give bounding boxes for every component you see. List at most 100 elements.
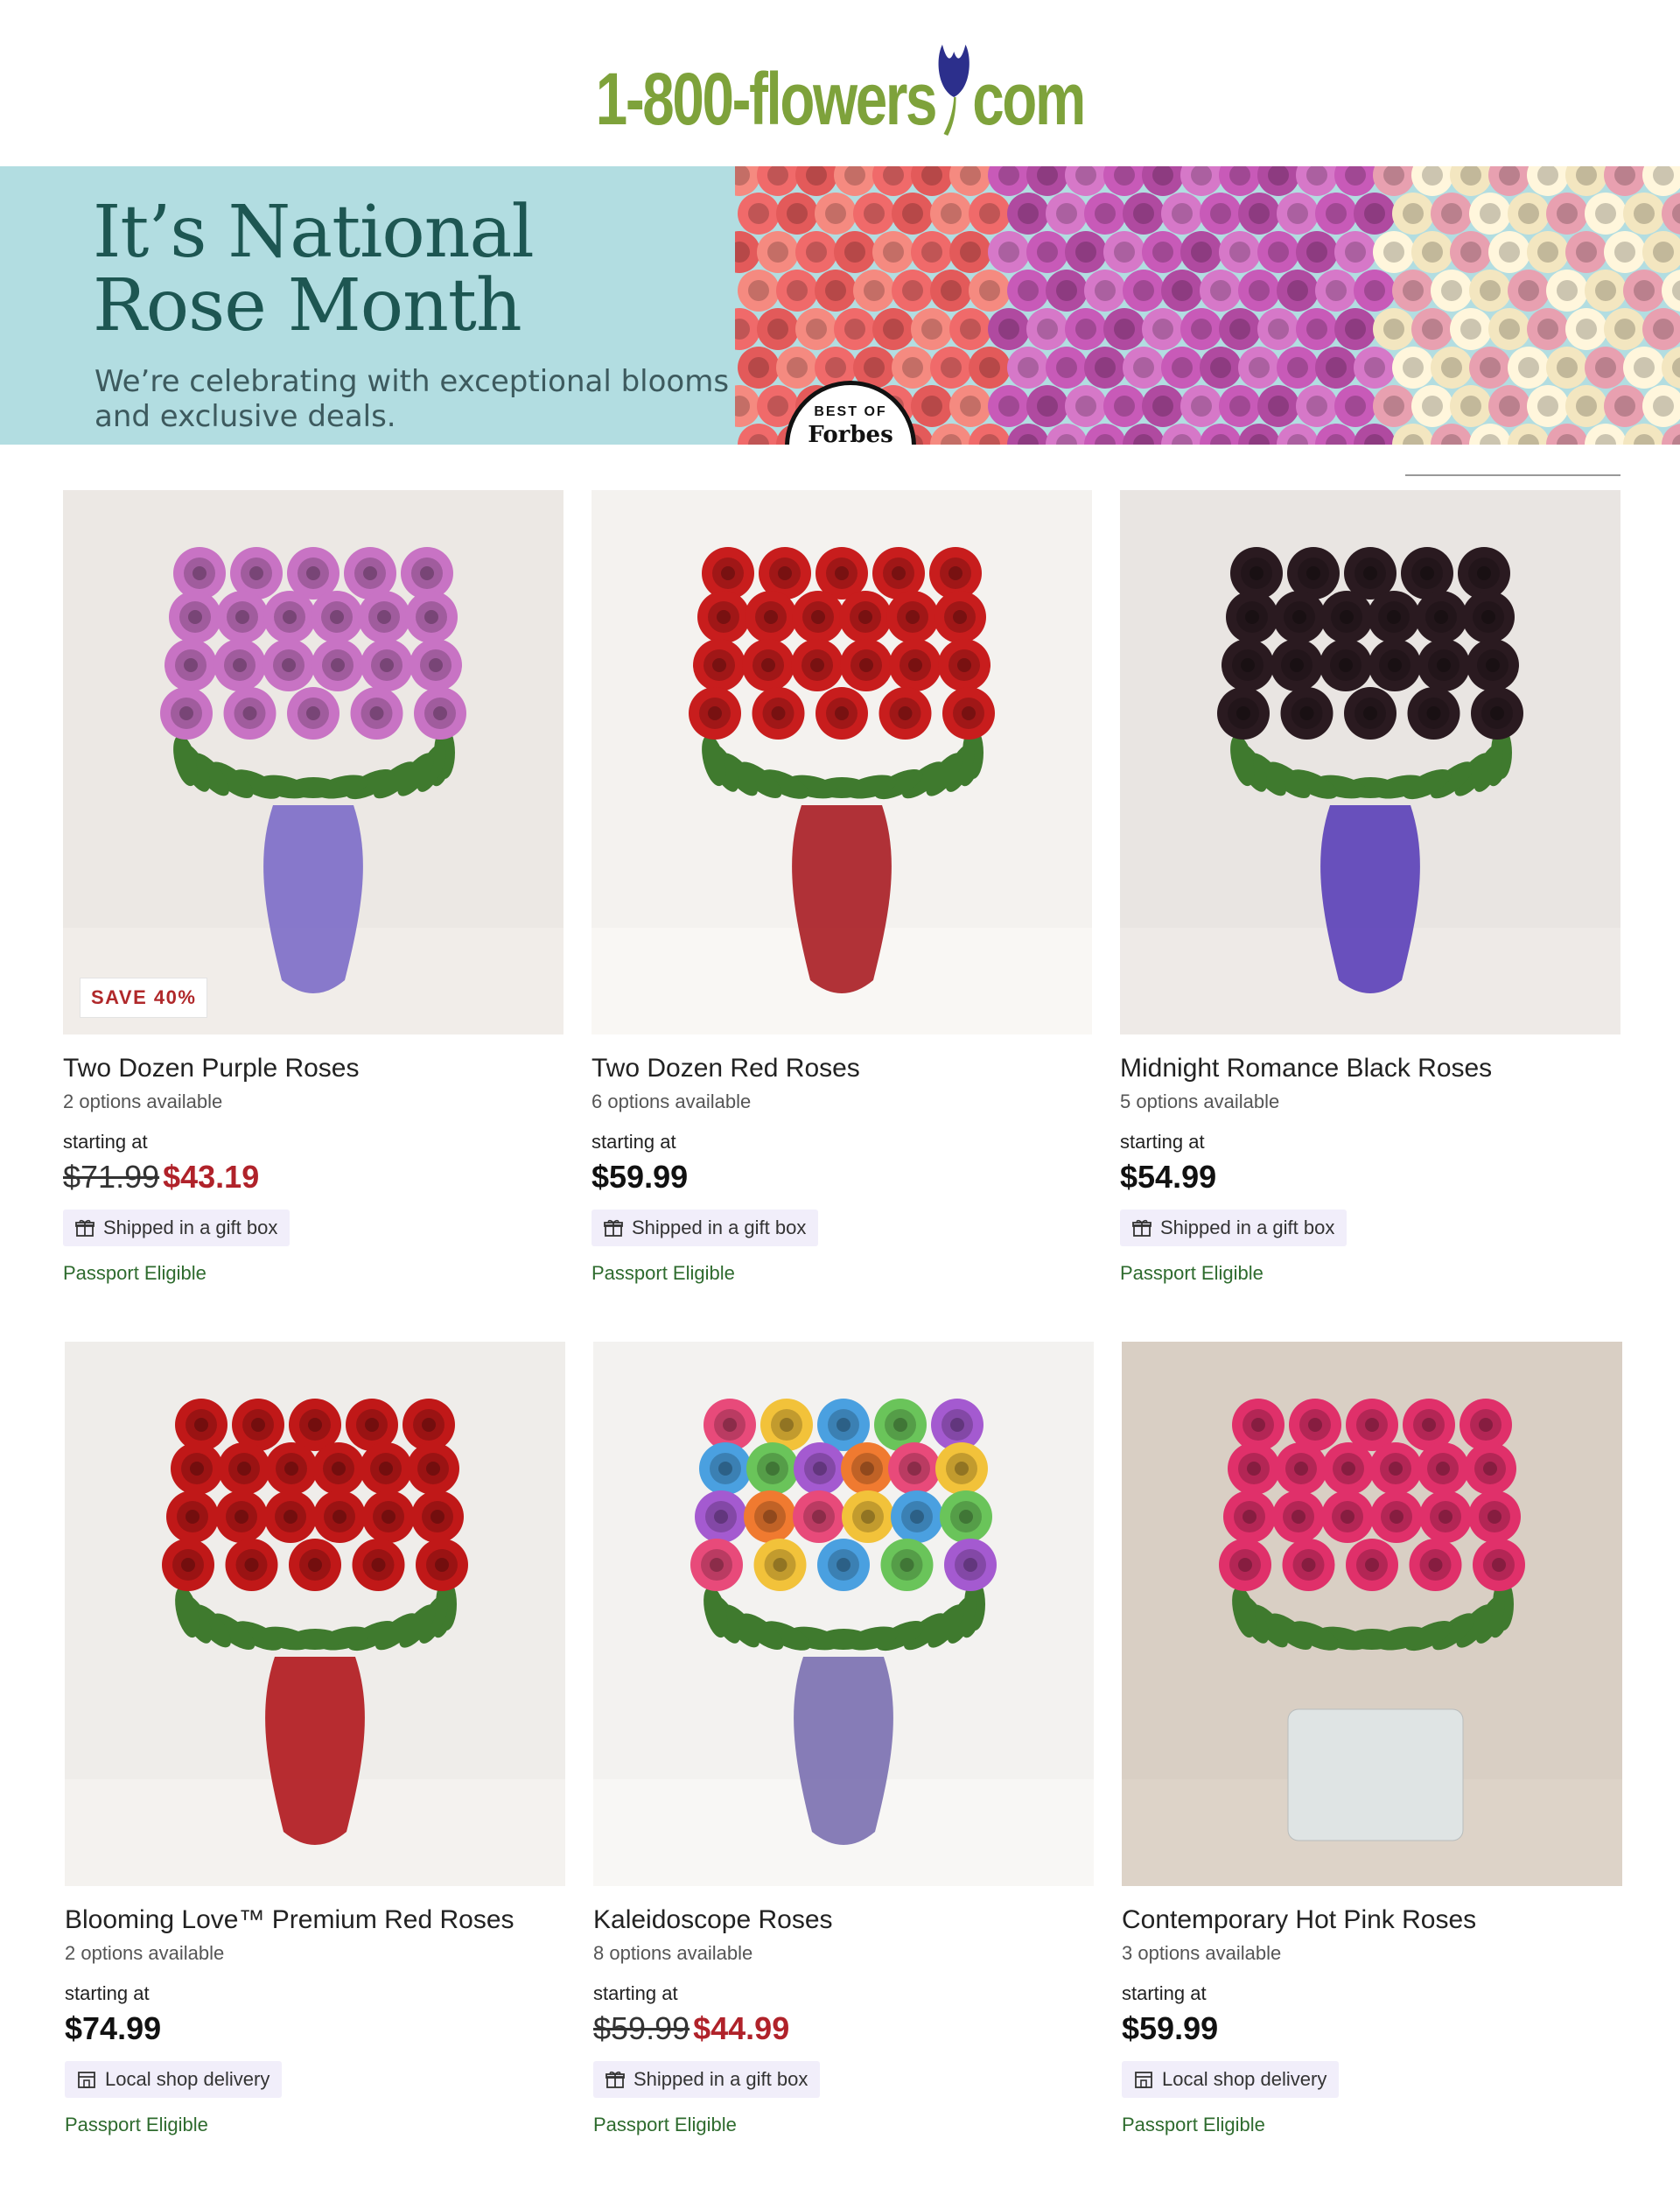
banner-rose-center: [1268, 319, 1289, 340]
rose-core: [1363, 566, 1377, 580]
banner-rose-center: [1403, 357, 1424, 378]
banner-rose-center: [1287, 357, 1308, 378]
rose-core: [859, 658, 873, 672]
product-image[interactable]: [1122, 1342, 1622, 1886]
banner-rose-center: [1056, 280, 1077, 301]
rose-core: [1422, 1418, 1436, 1432]
rose-core: [761, 658, 775, 672]
banner-rose-center: [1229, 319, 1250, 340]
banner-subtitle-line1: We’re celebrating with exceptional bloom…: [94, 364, 730, 399]
rose-core: [898, 706, 913, 720]
product-name[interactable]: Kaleidoscope Roses: [593, 1905, 1094, 1935]
banner-rose-center: [1249, 203, 1270, 224]
banner-rose-center: [787, 280, 808, 301]
product-name[interactable]: Midnight Romance Black Roses: [1120, 1054, 1620, 1083]
shipping-label: Local shop delivery: [1162, 2068, 1327, 2090]
rose-core: [235, 610, 249, 624]
rose-core: [1238, 1558, 1252, 1572]
product-name[interactable]: Two Dozen Red Roses: [592, 1054, 1092, 1083]
rose-core: [1365, 1418, 1379, 1432]
banner-rose-center: [998, 396, 1019, 417]
product-card[interactable]: Contemporary Hot Pink Roses 3 options av…: [1122, 1342, 1622, 2136]
passport-eligible: Passport Eligible: [65, 2114, 208, 2135]
logo-text-part2: com: [972, 58, 1086, 140]
banner-rose-center: [921, 319, 942, 340]
rose-core: [1308, 1418, 1322, 1432]
site-logo[interactable]: 1-800-flowers com: [0, 18, 1680, 149]
product-name[interactable]: Blooming Love™ Premium Red Roses: [65, 1905, 565, 1935]
price: $59.99: [1122, 2010, 1622, 2047]
banner-rose-center: [1133, 357, 1154, 378]
banner-rose-center: [1326, 203, 1347, 224]
product-image[interactable]: SAVE 40%: [63, 490, 564, 1034]
product-card[interactable]: Two Dozen Red Roses 6 options available …: [592, 490, 1092, 1285]
rose-core: [284, 1462, 298, 1476]
rose-core: [426, 1462, 440, 1476]
rose-core: [1306, 566, 1320, 580]
product-card[interactable]: Midnight Romance Black Roses 5 options a…: [1120, 490, 1620, 1285]
banner-rose-center: [1152, 396, 1173, 417]
banner-rose-center: [748, 357, 769, 378]
banner-rose-center: [806, 242, 827, 263]
rose-core: [234, 1510, 248, 1524]
rose-core: [1341, 1462, 1355, 1476]
rose-core: [377, 610, 391, 624]
logo-text-part1: 1-800-flowers: [595, 58, 938, 140]
product-card[interactable]: Kaleidoscope Roses 8 options available s…: [593, 1342, 1094, 2136]
rose-core: [422, 1418, 436, 1432]
rose-core: [1388, 658, 1402, 672]
price: $59.99 $44.99: [593, 2010, 1094, 2047]
banner-subtitle-line2: and exclusive deals.: [94, 399, 396, 434]
rose-core: [1363, 706, 1377, 720]
product-name[interactable]: Two Dozen Purple Roses: [63, 1054, 564, 1083]
passport-eligible: Passport Eligible: [592, 1262, 735, 1284]
rose-core: [1340, 1510, 1354, 1524]
promo-banner[interactable]: It’s National Rose Month We’re celebrati…: [0, 166, 1680, 445]
rose-core: [332, 1510, 346, 1524]
vase: [1287, 1708, 1464, 1841]
rose-core: [892, 566, 906, 580]
divider: [1405, 474, 1620, 476]
rose-core: [771, 706, 786, 720]
banner-rose-center: [1037, 242, 1058, 263]
rose-core: [1340, 610, 1354, 624]
rose-core: [764, 610, 778, 624]
banner-rose-center: [1537, 396, 1558, 417]
banner-rose-center: [1518, 357, 1539, 378]
banner-rose-center: [1614, 396, 1635, 417]
product-image[interactable]: [592, 490, 1092, 1034]
banner-rose-center: [1422, 242, 1443, 263]
rose-core: [957, 658, 971, 672]
regular-price: $74.99: [65, 2010, 162, 2046]
product-card[interactable]: SAVE 40% Two Dozen Purple Roses 2 option…: [63, 490, 564, 1285]
banner-rose-center: [1114, 242, 1135, 263]
banner-rose-center: [1403, 203, 1424, 224]
banner-rose-center: [1460, 242, 1481, 263]
rose-core: [710, 1558, 724, 1572]
vase: [265, 1657, 365, 1845]
banner-rose-center: [1268, 242, 1289, 263]
product-name[interactable]: Contemporary Hot Pink Roses: [1122, 1905, 1622, 1935]
shipping-label: Shipped in a gift box: [103, 1217, 278, 1238]
rose-core: [1236, 706, 1250, 720]
rose-core: [1481, 610, 1495, 624]
passport-eligible: Passport Eligible: [1122, 2114, 1265, 2135]
product-image[interactable]: [593, 1342, 1094, 1886]
banner-rose-center: [767, 319, 788, 340]
rose-core: [430, 1510, 444, 1524]
banner-rose-center: [1653, 396, 1674, 417]
rose-core: [1420, 566, 1434, 580]
banner-rose-center: [979, 203, 1000, 224]
rose-core: [1434, 610, 1448, 624]
banner-rose-center: [1480, 357, 1501, 378]
product-card[interactable]: Blooming Love™ Premium Red Roses 2 optio…: [65, 1342, 565, 2136]
banner-rose-center: [1480, 280, 1501, 301]
banner-rose-center: [1595, 203, 1616, 224]
product-image[interactable]: [65, 1342, 565, 1886]
rose-core: [331, 658, 345, 672]
rose-core: [1492, 1558, 1506, 1572]
product-image[interactable]: [1120, 490, 1620, 1034]
banner-rose-center: [1422, 396, 1443, 417]
banner-rose-center: [1614, 242, 1635, 263]
rose-core: [181, 1558, 195, 1572]
